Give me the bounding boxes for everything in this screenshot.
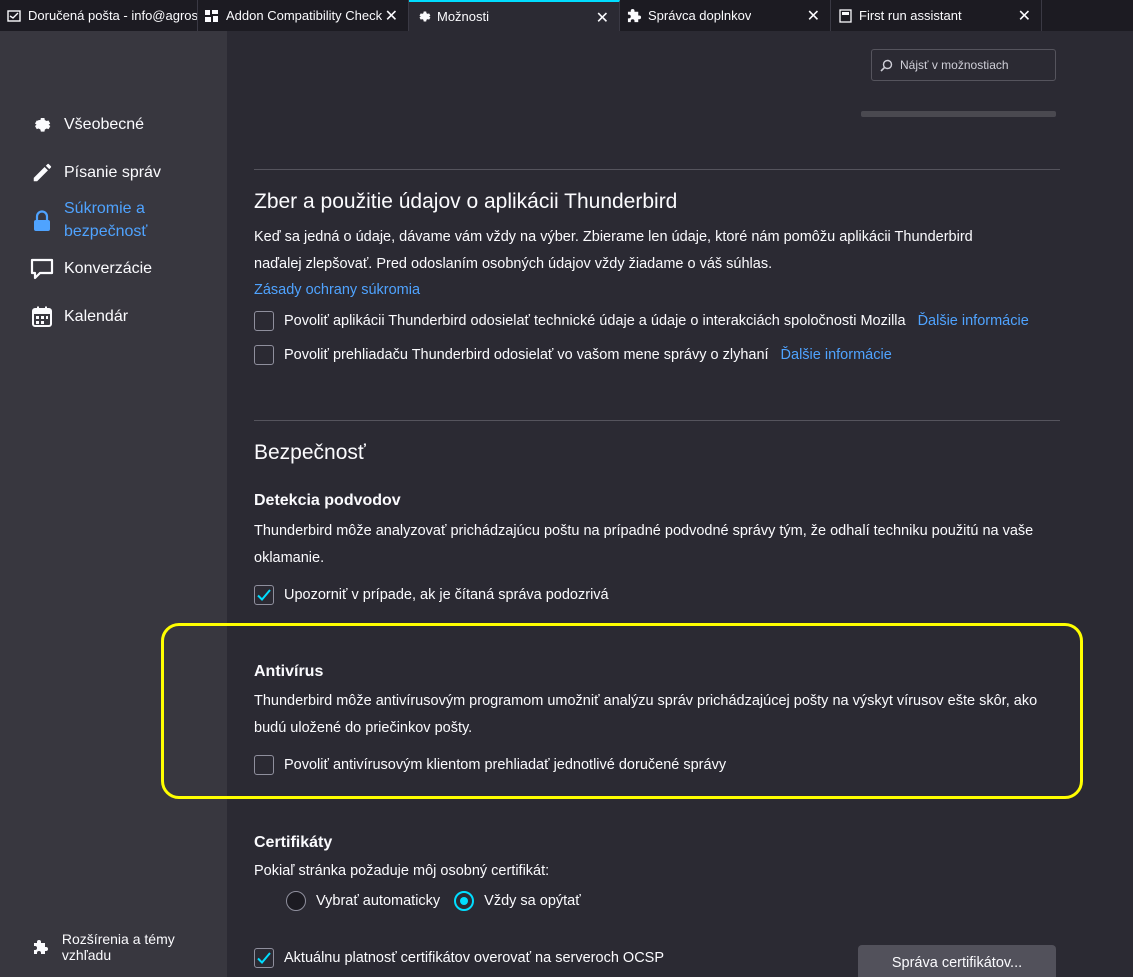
- close-icon[interactable]: ✕: [807, 6, 820, 26]
- sidebar-item-general[interactable]: Všeobecné: [30, 113, 144, 137]
- antivirus-description: Thunderbird môže antivírusovým programom…: [254, 693, 1038, 736]
- calendar-icon: [30, 305, 54, 329]
- phishing-checkbox[interactable]: [254, 585, 274, 605]
- data-collection-description: Keď sa jedná o údaje, dávame vám vždy na…: [254, 229, 973, 272]
- sidebar-item-label: Konverzácie: [64, 260, 153, 277]
- radio-ask-every-time-label: Vždy sa opýtať: [484, 893, 581, 909]
- certificate-choice-group: Vybrať automaticky Vždy sa opýtať: [286, 891, 581, 911]
- addons-themes-link[interactable]: Rozšírenia a témy vzhľadu: [32, 931, 227, 963]
- crash-reports-learn-more-link[interactable]: Ďalšie informácie: [781, 347, 892, 363]
- sidebar-item-chat[interactable]: Konverzácie: [30, 257, 152, 281]
- sidebar-item-label: Písanie správ: [64, 164, 161, 181]
- close-icon[interactable]: ✕: [1018, 6, 1031, 26]
- addon-check-icon: [204, 8, 220, 24]
- crash-reports-checkbox[interactable]: [254, 345, 274, 365]
- gear-icon: [30, 113, 54, 137]
- security-title: Bezpečnosť: [254, 441, 366, 464]
- antivirus-title: Antivírus: [254, 663, 324, 680]
- sidebar-item-privacy-security[interactable]: Súkromie a bezpečnosť: [30, 197, 147, 243]
- search-icon: [880, 58, 894, 72]
- ocsp-option: Aktuálnu platnosť certifikátov overovať …: [254, 948, 664, 968]
- telemetry-checkbox[interactable]: [254, 311, 274, 331]
- crash-reports-option: Povoliť prehliadaču Thunderbird odosiela…: [254, 345, 892, 365]
- tab-label: Doručená pošta - info@agrosho: [28, 8, 197, 23]
- gear-icon: [415, 9, 431, 25]
- sidebar-item-label: Kalendár: [64, 308, 129, 325]
- tab-label: Možnosti: [437, 9, 490, 24]
- radio-ask-every-time[interactable]: [454, 891, 475, 911]
- phishing-option: Upozorniť v prípade, ak je čítaná správa…: [254, 585, 609, 605]
- antivirus-option: Povoliť antivírusovým klientom prehliada…: [254, 755, 726, 775]
- phishing-description: Thunderbird môže analyzovať prichádzajúc…: [254, 523, 1034, 566]
- tab-label: First run assistant: [859, 8, 962, 23]
- sidebar-item-composition[interactable]: Písanie správ: [30, 161, 161, 185]
- tab-label: Addon Compatibility Check: [226, 8, 383, 23]
- checkmark-icon: [257, 952, 271, 964]
- pencil-icon: [30, 161, 54, 185]
- tab-label: Správca doplnkov: [648, 8, 752, 23]
- tab-addon-manager[interactable]: Správca doplnkov ✕: [620, 0, 831, 31]
- scroll-indicator: [861, 111, 1056, 117]
- crash-reports-label: Povoliť prehliadaču Thunderbird odosiela…: [284, 347, 769, 363]
- phishing-title: Detekcia podvodov: [254, 492, 401, 509]
- checkmark-icon: [257, 589, 271, 601]
- tab-addon-compatibility[interactable]: Addon Compatibility Check ✕: [198, 0, 409, 31]
- telemetry-learn-more-link[interactable]: Ďalšie informácie: [918, 313, 1029, 329]
- inbox-icon: [6, 8, 22, 24]
- tab-first-run[interactable]: First run assistant ✕: [831, 0, 1042, 31]
- manage-certificates-button[interactable]: Správa certifikátov...: [858, 945, 1056, 977]
- tab-bar: Doručená pošta - info@agrosho Addon Comp…: [0, 0, 1133, 31]
- radio-select-automatically-label: Vybrať automaticky: [316, 893, 441, 909]
- sidebar-item-label: Všeobecné: [64, 116, 145, 133]
- addons-themes-label: Rozšírenia a témy vzhľadu: [61, 931, 175, 963]
- phishing-label: Upozorniť v prípade, ak je čítaná správa…: [284, 587, 609, 603]
- chat-icon: [30, 257, 54, 281]
- puzzle-icon: [32, 938, 50, 956]
- puzzle-icon: [626, 8, 642, 24]
- search-placeholder: Nájsť v možnostiach: [900, 58, 1009, 72]
- data-collection-title: Zber a použitie údajov o aplikácii Thund…: [254, 190, 678, 213]
- antivirus-label: Povoliť antivírusovým klientom prehliada…: [284, 757, 727, 773]
- preferences-pane: Nájsť v možnostiach Zber a použitie údaj…: [227, 31, 1133, 977]
- tab-options[interactable]: Možnosti ✕: [409, 0, 620, 31]
- telemetry-label: Povoliť aplikácii Thunderbird odosielať …: [284, 313, 906, 329]
- search-input[interactable]: Nájsť v možnostiach: [871, 49, 1056, 81]
- telemetry-option: Povoliť aplikácii Thunderbird odosielať …: [254, 311, 1029, 331]
- sidebar-item-calendar[interactable]: Kalendár: [30, 305, 128, 329]
- ocsp-checkbox[interactable]: [254, 948, 274, 968]
- privacy-policy-link[interactable]: Zásady ochrany súkromia: [254, 282, 420, 298]
- certificates-title: Certifikáty: [254, 834, 333, 851]
- antivirus-checkbox[interactable]: [254, 755, 274, 775]
- close-icon[interactable]: ✕: [385, 6, 398, 26]
- tab-inbox[interactable]: Doručená pošta - info@agrosho: [0, 0, 198, 31]
- lock-icon: [30, 209, 54, 233]
- sidebar: Všeobecné Písanie správ Súkromie a bezpe…: [0, 31, 227, 977]
- sidebar-item-label: Súkromie a bezpečnosť: [64, 200, 148, 240]
- section-divider: [254, 169, 1060, 170]
- close-icon[interactable]: ✕: [596, 8, 609, 28]
- section-divider: [254, 420, 1060, 421]
- ocsp-label: Aktuálnu platnosť certifikátov overovať …: [284, 950, 665, 966]
- certificates-description: Pokiaľ stránka požaduje môj osobný certi…: [254, 863, 550, 879]
- radio-select-automatically[interactable]: [286, 891, 306, 911]
- page-icon: [837, 8, 853, 24]
